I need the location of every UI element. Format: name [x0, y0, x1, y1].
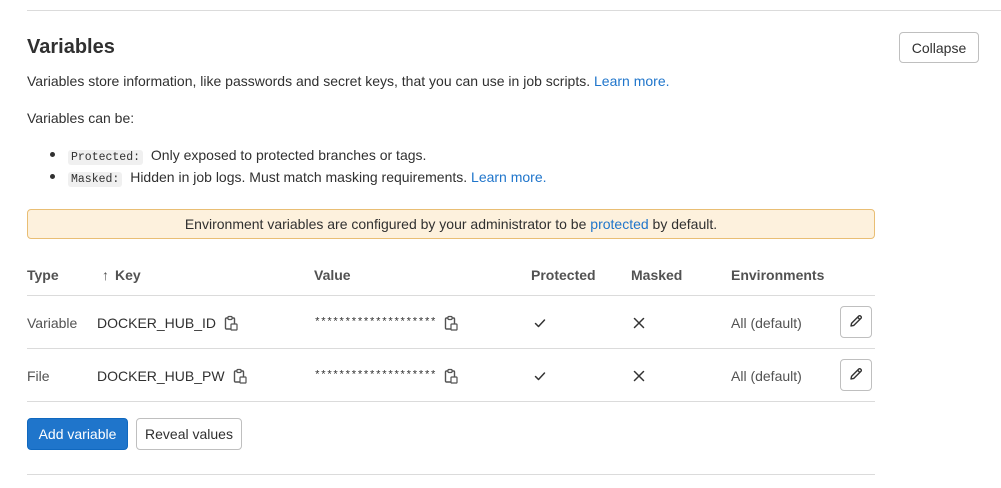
masked-description: Hidden in job logs. Must match masking r…: [130, 169, 468, 185]
key-text: DOCKER_HUB_PW: [97, 367, 225, 384]
copy-key-icon[interactable]: [224, 315, 238, 331]
masked-code: Masked:: [68, 172, 123, 187]
learn-more-link[interactable]: Learn more.: [594, 73, 669, 89]
table-header: Type ↑ Key Value Protected Masked Environ…: [27, 267, 875, 284]
reveal-values-button[interactable]: Reveal values: [136, 418, 242, 450]
copy-value-icon[interactable]: [444, 368, 458, 384]
header-protected[interactable]: Protected: [531, 267, 596, 283]
row-environment: All (default): [731, 367, 802, 384]
alert-protected-link[interactable]: protected: [590, 216, 648, 232]
key-text: DOCKER_HUB_ID: [97, 314, 217, 331]
add-variable-button[interactable]: Add variable: [27, 418, 128, 450]
bottom-divider: [27, 474, 875, 475]
row-type: File: [27, 367, 50, 384]
variable-options-list: Protected: Only exposed to protected bra…: [27, 146, 547, 190]
row-key: DOCKER_HUB_ID: [97, 296, 238, 349]
table-row: File DOCKER_HUB_PW ******************** …: [27, 349, 875, 402]
row-masked: [632, 296, 646, 349]
protected-code: Protected:: [68, 150, 144, 165]
check-icon: [533, 316, 547, 330]
variables-settings-panel: Variables Collapse Variables store infor…: [0, 0, 1001, 488]
variables-can-be-label: Variables can be:: [27, 110, 135, 126]
copy-value-icon[interactable]: [444, 315, 458, 331]
pencil-icon: [848, 313, 864, 332]
row-divider: [27, 401, 875, 402]
list-item-protected: Protected: Only exposed to protected bra…: [27, 146, 547, 168]
pencil-icon: [848, 366, 864, 385]
alert-text-after: by default.: [652, 216, 718, 232]
row-value: ********************: [314, 349, 458, 402]
row-protected: [533, 349, 547, 402]
section-description: Variables store information, like passwo…: [27, 73, 670, 90]
protected-description: Only exposed to protected branches or ta…: [150, 147, 427, 163]
top-divider: [27, 10, 1001, 11]
table-row: Variable DOCKER_HUB_ID *****************…: [27, 296, 875, 349]
row-environment: All (default): [731, 314, 802, 331]
arrow-up-icon: ↑: [102, 267, 109, 283]
row-type: Variable: [27, 314, 78, 331]
masked-value: ********************: [314, 369, 437, 382]
collapse-button[interactable]: Collapse: [899, 32, 979, 63]
section-title: Variables: [27, 36, 115, 58]
copy-key-icon[interactable]: [233, 368, 247, 384]
header-key-label: Key: [115, 267, 141, 283]
edit-variable-button[interactable]: [840, 359, 872, 391]
row-key: DOCKER_HUB_PW: [97, 349, 247, 402]
row-protected: [533, 296, 547, 349]
header-environments[interactable]: Environments: [731, 267, 824, 283]
list-item-masked: Masked: Hidden in job logs. Must match m…: [27, 168, 547, 190]
masked-value: ********************: [314, 316, 437, 329]
close-icon: [632, 369, 646, 383]
edit-variable-button[interactable]: [840, 306, 872, 338]
header-key[interactable]: ↑ Key: [102, 267, 141, 283]
row-masked: [632, 349, 646, 402]
check-icon: [533, 369, 547, 383]
protected-default-alert: Environment variables are configured by …: [27, 209, 875, 239]
header-type[interactable]: Type: [27, 267, 59, 283]
header-masked[interactable]: Masked: [631, 267, 682, 283]
header-value[interactable]: Value: [314, 267, 351, 283]
close-icon: [632, 316, 646, 330]
masking-learn-more-link[interactable]: Learn more.: [471, 169, 546, 185]
row-value: ********************: [314, 296, 458, 349]
description-text: Variables store information, like passwo…: [27, 73, 591, 89]
alert-text-before: Environment variables are configured by …: [184, 216, 587, 232]
